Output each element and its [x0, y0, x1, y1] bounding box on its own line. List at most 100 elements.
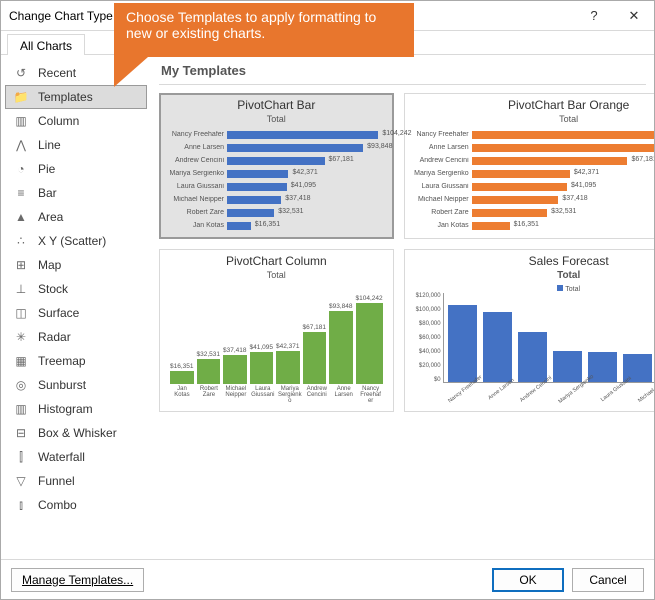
hbar-row: Jan Kotas $16,351: [411, 219, 654, 232]
bar-track: $32,531: [227, 208, 387, 218]
sidebar-item-column[interactable]: ▥Column: [5, 109, 147, 133]
category-label: Laura Giussani: [251, 386, 275, 400]
bar-fill: [223, 355, 247, 384]
bar-fill: [483, 312, 512, 382]
thumb-subtitle: Total: [166, 114, 387, 124]
sidebar-item-x-y-scatter-[interactable]: ∴X Y (Scatter): [5, 229, 147, 253]
bar-fill: [227, 170, 288, 178]
bar-track: $67,181: [227, 156, 387, 166]
sidebar-item-label: Box & Whisker: [38, 426, 117, 440]
y-axis: $120,000$100,000$80,000$60,000$40,000$20…: [411, 293, 443, 383]
x-axis: Nancy FreehaferAnne LarsenAndrew Cencini…: [443, 383, 654, 393]
sidebar-item-area[interactable]: ▲Area: [5, 205, 147, 229]
value-label: $67,181: [631, 156, 654, 163]
sidebar-item-combo[interactable]: ⫾Combo: [5, 493, 147, 517]
bar-track: $32,531: [472, 208, 654, 218]
category-label: Andrew Cencini: [305, 386, 329, 400]
thumb-title: PivotChart Bar Orange: [411, 98, 654, 112]
bar-fill: [472, 170, 570, 178]
hbar-row: Andrew Cencini $67,181: [166, 154, 387, 167]
bar-fill: [472, 157, 628, 165]
template-pivotchart-bar[interactable]: PivotChart Bar Total Nancy Freehafer $10…: [159, 93, 394, 239]
sidebar-item-sunburst[interactable]: ◎ Sunburst: [5, 373, 147, 397]
sidebar-item-waterfall[interactable]: ⫿ Waterfall: [5, 445, 147, 469]
y-tick: $60,000: [411, 335, 441, 341]
chart-type-icon: ▽: [12, 474, 30, 488]
value-label: $16,351: [255, 221, 280, 228]
sidebar-item-label: Sunburst: [38, 378, 86, 392]
value-label: $37,418: [562, 195, 587, 202]
chart-type-icon: 📁: [12, 90, 30, 104]
chart-type-icon: ◫: [12, 306, 30, 320]
chart-type-icon: ▥: [12, 114, 30, 128]
template-sales-forecast[interactable]: Sales Forecast Total Total $120,000$100,…: [404, 249, 654, 412]
chart-type-icon: ◔: [12, 162, 30, 176]
y-tick: $40,000: [411, 349, 441, 355]
bar-fill: [227, 131, 378, 139]
bar-fill: [227, 183, 287, 191]
value-label: $104,242: [382, 130, 411, 137]
hbar-row: Jan Kotas $16,351: [166, 219, 387, 232]
chart-type-icon: ⊟: [12, 426, 30, 440]
column: $32,531: [197, 351, 221, 384]
chart-type-icon: ↺: [12, 66, 30, 80]
sidebar-item-label: Waterfall: [38, 450, 85, 464]
instruction-callout: Choose Templates to apply formatting to …: [114, 3, 414, 57]
category-label: Michael Neipper: [224, 386, 248, 400]
forecast-bars: [443, 293, 654, 383]
template-pivotchart-column[interactable]: PivotChart Column Total $16,351 $32,531 …: [159, 249, 394, 412]
bar-track: $41,095: [472, 182, 654, 192]
bar-track: $93,848: [472, 143, 654, 153]
chart-type-icon: ≡: [12, 186, 30, 200]
sidebar-item-treemap[interactable]: ▦ Treemap: [5, 349, 147, 373]
sidebar-item-label: Pie: [38, 162, 55, 176]
sidebar-item-templates[interactable]: 📁Templates: [5, 85, 147, 109]
value-label: $93,848: [329, 303, 353, 310]
sidebar-item-pie[interactable]: ◔ Pie: [5, 157, 147, 181]
category-label: Laura Giussani: [166, 183, 224, 190]
bar-fill: [170, 371, 194, 384]
sidebar-item-stock[interactable]: ⊥Stock: [5, 277, 147, 301]
value-label: $42,371: [292, 169, 317, 176]
hbar-row: Nancy Freehafer $104,242: [411, 128, 654, 141]
sidebar-item-bar[interactable]: ≡ Bar: [5, 181, 147, 205]
help-button[interactable]: ?: [574, 1, 614, 31]
sidebar-item-histogram[interactable]: ▥Histogram: [5, 397, 147, 421]
sidebar-item-line[interactable]: ⋀Line: [5, 133, 147, 157]
category-label: Andrew Cencini: [411, 157, 469, 164]
tab-all-charts[interactable]: All Charts: [7, 34, 85, 55]
hbar-row: Anne Larsen $93,848: [166, 141, 387, 154]
chart-type-icon: ⫾: [12, 498, 30, 512]
value-label: $16,351: [514, 221, 539, 228]
chart-type-icon: ▦: [12, 354, 30, 368]
hbar-row: Laura Giussani $41,095: [166, 180, 387, 193]
column: $42,371: [276, 343, 300, 384]
bar-track: $104,242: [472, 130, 654, 140]
bar-fill: [197, 359, 221, 384]
bar-fill: [472, 183, 567, 191]
sidebar-item-radar[interactable]: ✳Radar: [5, 325, 147, 349]
bar-track: $42,371: [227, 169, 387, 179]
sidebar-item-map[interactable]: ⊞Map: [5, 253, 147, 277]
column: $41,095: [250, 344, 274, 384]
sidebar-item-surface[interactable]: ◫Surface: [5, 301, 147, 325]
template-pivotchart-bar-orange[interactable]: PivotChart Bar Orange Total Nancy Freeha…: [404, 93, 654, 239]
close-button[interactable]: ✕: [614, 1, 654, 31]
callout-text: Choose Templates to apply formatting to …: [126, 9, 376, 41]
sidebar-item-label: Stock: [38, 282, 68, 296]
ok-button[interactable]: OK: [492, 568, 564, 592]
value-label: $16,351: [170, 363, 194, 370]
sidebar-item-label: Bar: [38, 186, 57, 200]
bar-fill: [227, 209, 274, 217]
forecast-chart-preview: Total $120,000$100,000$80,000$60,000$40,…: [411, 285, 654, 405]
chart-type-icon: ◎: [12, 378, 30, 392]
bar-track: $37,418: [472, 195, 654, 205]
sidebar-item-box-whisker[interactable]: ⊟ Box & Whisker: [5, 421, 147, 445]
cancel-button[interactable]: Cancel: [572, 568, 644, 592]
chart-type-icon: ⫿: [12, 450, 30, 464]
sidebar-item-funnel[interactable]: ▽Funnel: [5, 469, 147, 493]
manage-templates-button[interactable]: Manage Templates...: [11, 568, 144, 592]
sidebar-item-label: Treemap: [38, 354, 86, 368]
category-label: Mariya Sergienko: [166, 170, 224, 177]
callout-tail: [114, 57, 148, 87]
